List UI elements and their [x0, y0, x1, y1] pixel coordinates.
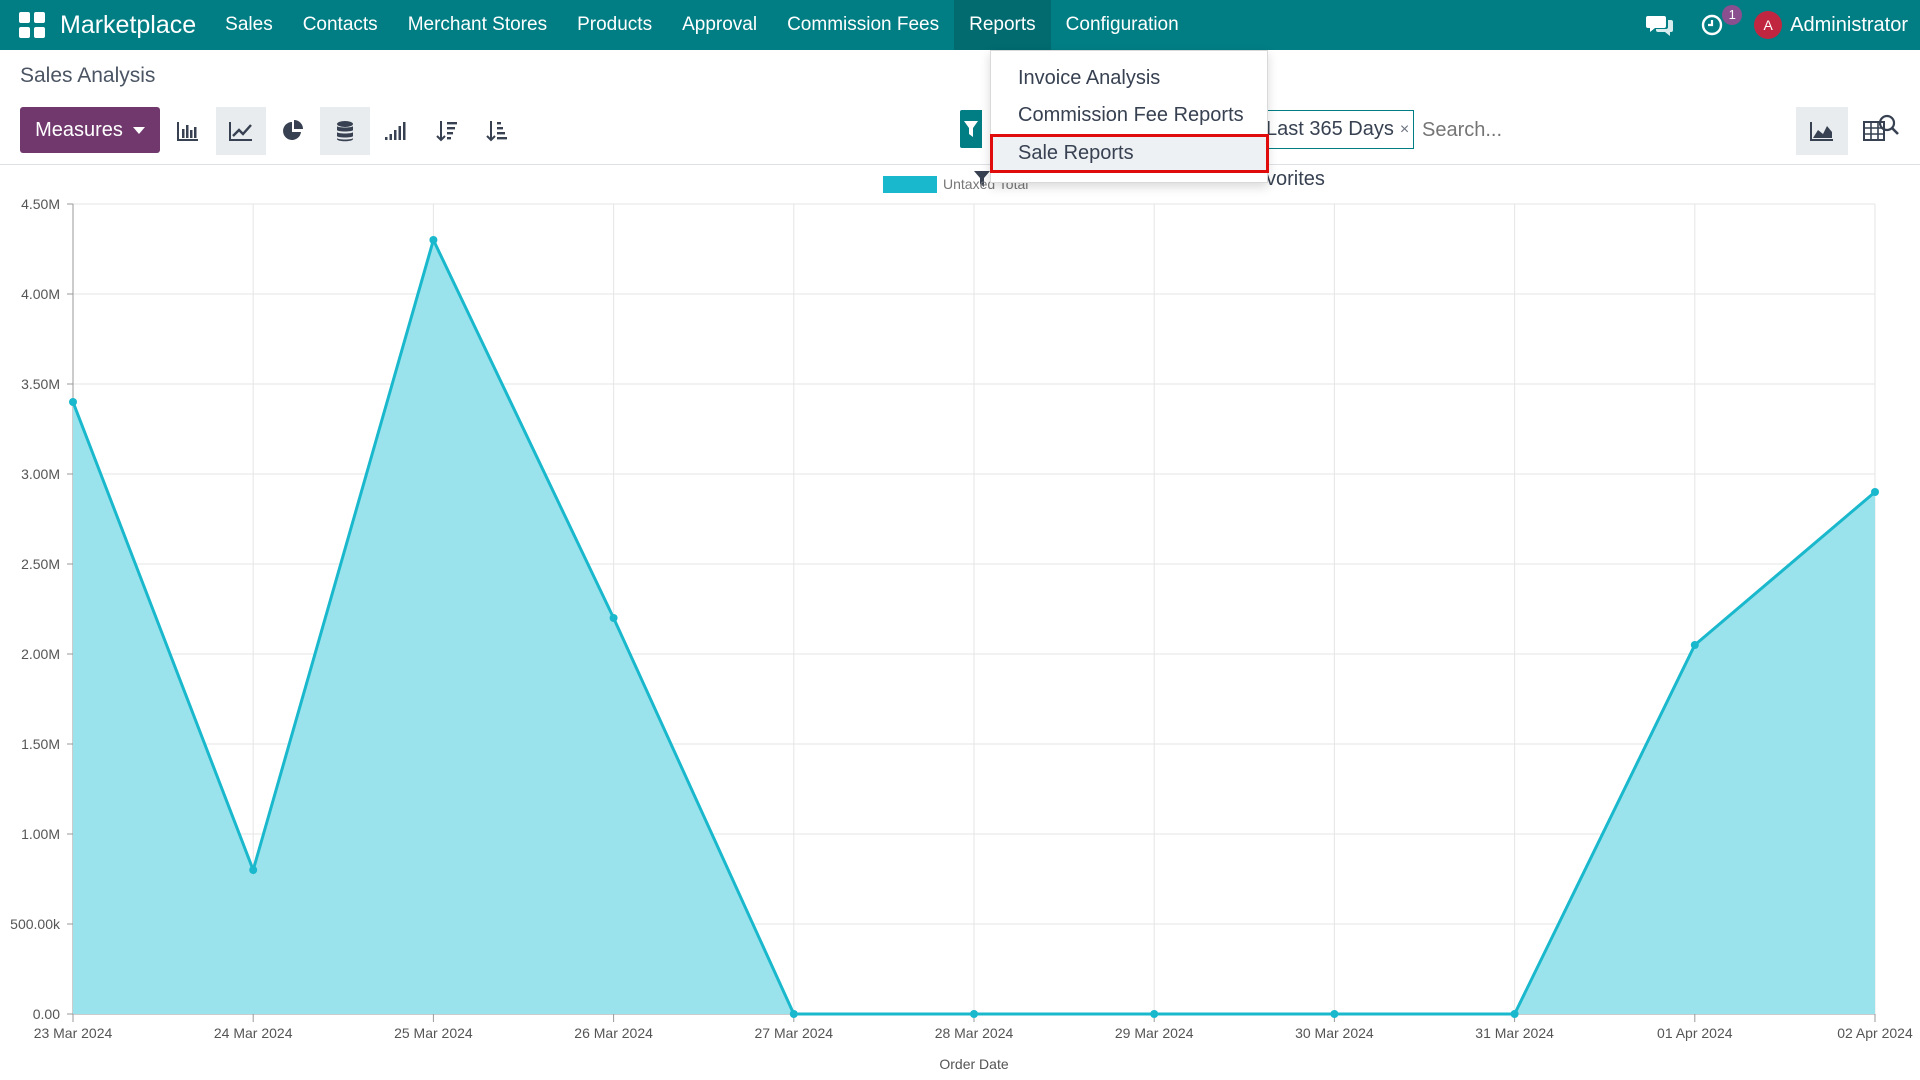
y-tick-label: 1.50M	[21, 736, 60, 752]
menu-reports[interactable]: Reports	[954, 0, 1051, 50]
x-axis-title: Order Date	[939, 1056, 1008, 1072]
sort-descending-button[interactable]	[422, 107, 472, 155]
reports-dropdown: Invoice Analysis Commission Fee Reports …	[990, 50, 1268, 183]
menu-commission-fees[interactable]: Commission Fees	[772, 0, 954, 50]
menu-products[interactable]: Products	[562, 0, 667, 50]
data-point	[1510, 1010, 1519, 1018]
y-tick-label: 4.00M	[21, 286, 60, 302]
graph-view-button[interactable]	[1796, 107, 1848, 155]
y-tick-label: 4.50M	[21, 196, 60, 212]
pivot-view-button[interactable]	[1848, 107, 1900, 155]
apps-menu-icon[interactable]	[19, 12, 45, 38]
menu-sales[interactable]: Sales	[210, 0, 288, 50]
filter-icon	[964, 121, 978, 137]
data-point	[1871, 488, 1879, 496]
sort-ascending-button[interactable]	[472, 107, 522, 155]
data-point	[429, 236, 438, 244]
y-tick-label: 3.50M	[21, 376, 60, 392]
facet-remove-icon[interactable]: ×	[1400, 121, 1409, 139]
dropdown-item-sale-reports[interactable]: Sale Reports	[991, 135, 1267, 171]
y-tick-label: 3.00M	[21, 466, 60, 482]
line-chart-button[interactable]	[216, 107, 266, 155]
data-point	[1690, 641, 1699, 649]
stacked-button[interactable]	[320, 107, 370, 155]
data-point	[69, 398, 77, 406]
data-point	[249, 866, 258, 874]
sort-descending-icon	[436, 121, 457, 142]
data-point	[609, 614, 618, 622]
user-name: Administrator	[1790, 13, 1908, 36]
dropdown-item-commission-fee-reports[interactable]: Commission Fee Reports	[991, 97, 1267, 133]
x-tick-label: 30 Mar 2024	[1295, 1025, 1374, 1041]
discuss-chat-icon[interactable]	[1644, 9, 1676, 41]
menu-configuration[interactable]: Configuration	[1051, 0, 1194, 50]
menu-merchant-stores[interactable]: Merchant Stores	[393, 0, 562, 50]
data-point	[1330, 1010, 1339, 1018]
measures-button[interactable]: Measures	[20, 107, 160, 153]
activity-clock-icon[interactable]: 1	[1696, 5, 1743, 41]
cumulative-button[interactable]	[370, 107, 420, 155]
bar-chart-button[interactable]	[163, 107, 213, 155]
y-axis-labels: 0.00 500.00k 1.00M 1.50M 2.00M 2.50M 3.00M 3.50…	[10, 196, 61, 1022]
search-facet: Last 365 Days ×	[1262, 110, 1414, 149]
x-tick-label: 01 Apr 2024	[1657, 1025, 1733, 1041]
sales-area-chart: 0.00 500.00k 1.00M 1.50M 2.00M 2.50M 3.00M 3.50…	[10, 176, 1913, 1072]
measures-label: Measures	[35, 118, 123, 141]
facet-filter-toggle[interactable]	[960, 110, 982, 148]
x-tick-label: 02 Apr 2024	[1837, 1025, 1913, 1041]
bar-chart-icon	[177, 122, 198, 141]
y-tick-label: 500.00k	[10, 916, 61, 932]
data-point	[789, 1010, 798, 1018]
pie-chart-icon	[283, 120, 303, 140]
data-point	[970, 1010, 978, 1018]
x-axis-labels: 23 Mar 2024 24 Mar 2024 25 Mar 2024 26 Mar …	[34, 1025, 1913, 1041]
menu-approval[interactable]: Approval	[667, 0, 772, 50]
x-tick-label: 29 Mar 2024	[1115, 1025, 1194, 1041]
x-tick-label: 31 Mar 2024	[1475, 1025, 1554, 1041]
caret-down-icon	[132, 126, 145, 134]
y-tick-label: 1.00M	[21, 826, 60, 842]
user-menu[interactable]: A Administrator	[1754, 11, 1908, 39]
dropdown-item-invoice-analysis[interactable]: Invoice Analysis	[991, 60, 1267, 96]
y-tick-label: 2.00M	[21, 646, 60, 662]
area-chart-icon	[1810, 122, 1833, 141]
x-tick-label: 23 Mar 2024	[34, 1025, 113, 1041]
y-tick-label: 2.50M	[21, 556, 60, 572]
y-tick-label: 0.00	[33, 1006, 60, 1022]
line-chart-icon	[229, 122, 252, 141]
menu-contacts[interactable]: Contacts	[288, 0, 393, 50]
x-tick-label: 28 Mar 2024	[935, 1025, 1014, 1041]
x-tick-label: 26 Mar 2024	[574, 1025, 653, 1041]
avatar: A	[1754, 11, 1783, 39]
pie-chart-button[interactable]	[268, 107, 318, 155]
app-brand[interactable]: Marketplace	[60, 11, 196, 40]
data-point	[1150, 1010, 1159, 1018]
navbar-systray: 1 A Administrator	[1632, 0, 1908, 50]
legend-swatch[interactable]	[883, 176, 937, 193]
database-stack-icon	[337, 121, 353, 142]
signal-bars-icon	[385, 122, 406, 140]
table-grid-icon	[1863, 121, 1885, 141]
facet-value: Last 365 Days	[1266, 118, 1394, 140]
sort-ascending-icon	[486, 121, 507, 142]
activity-badge: 1	[1722, 5, 1743, 25]
top-navbar: Marketplace Sales Contacts Merchant Stor…	[0, 0, 1920, 50]
x-tick-label: 27 Mar 2024	[754, 1025, 833, 1041]
x-tick-label: 24 Mar 2024	[214, 1025, 293, 1041]
control-panel: Sales Analysis Measures Last 365 Days × …	[0, 50, 1920, 190]
x-tick-label: 25 Mar 2024	[394, 1025, 473, 1041]
page-title: Sales Analysis	[20, 64, 156, 87]
